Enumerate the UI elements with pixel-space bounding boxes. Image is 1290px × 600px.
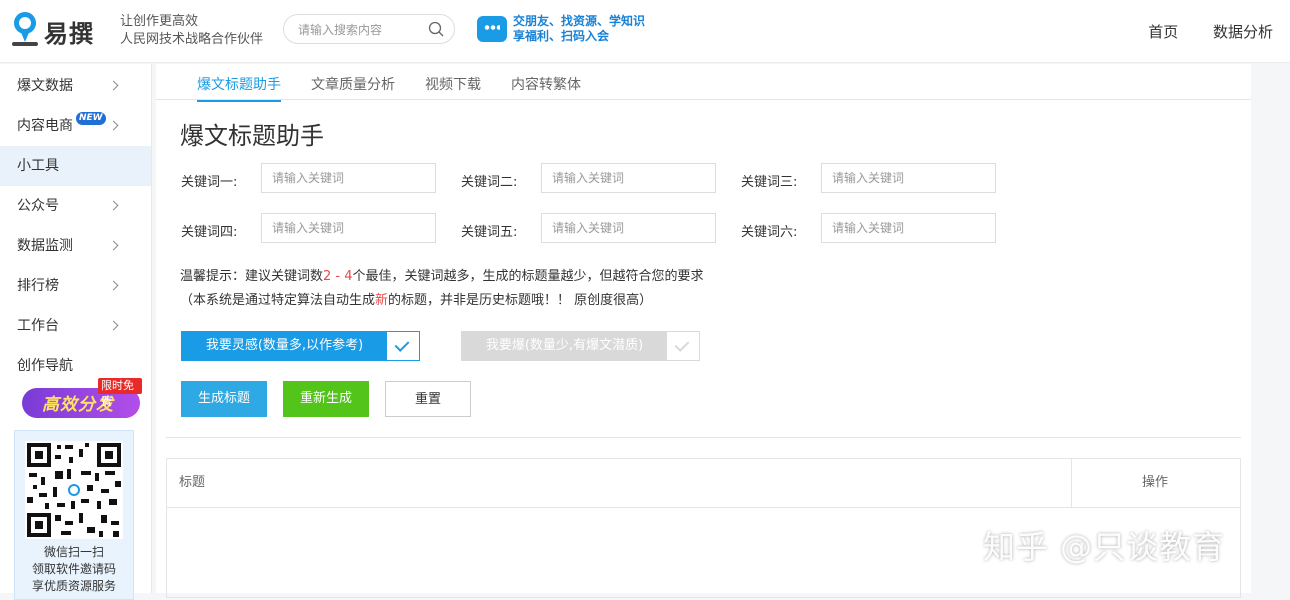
keyword-input-6[interactable]	[821, 213, 996, 243]
keyword-label-4: 关键词四:	[181, 225, 238, 240]
top-nav: 首页 数据分析	[1118, 21, 1273, 42]
search-icon[interactable]	[428, 21, 444, 37]
column-header-title: 标题	[179, 475, 206, 490]
free-ribbon: 限时免费	[98, 378, 142, 408]
nav-data-analysis[interactable]: 数据分析	[1213, 23, 1273, 41]
tip-text: 温馨提示：建议关键词数2 - 4个最佳，关键词越多，生成的标题量越少，但越符合您…	[180, 269, 704, 308]
qr-panel: 微信扫一扫 领取软件邀请码 享优质资源服务	[14, 430, 134, 600]
keyword-input-5[interactable]	[541, 213, 716, 243]
chevron-right-icon	[108, 280, 119, 291]
check-icon	[667, 332, 699, 360]
brand-name: 易撰	[44, 20, 94, 48]
right-gutter	[1251, 64, 1290, 593]
qr-code-icon	[25, 441, 123, 539]
chevron-right-icon	[108, 240, 119, 251]
keyword-input-4[interactable]	[261, 213, 436, 243]
page-title: 爆文标题助手	[180, 122, 324, 150]
tab-traditional-chinese[interactable]: 内容转繁体	[511, 74, 581, 100]
chevron-right-icon	[108, 200, 119, 211]
keyword-label-3: 关键词三:	[741, 175, 798, 190]
sidebar-item-official-account[interactable]: 公众号	[0, 186, 151, 226]
regenerate-button[interactable]: 重新生成	[283, 381, 369, 417]
top-header: 易撰 让创作更高效 人民网技术战略合作伙伴 交朋友、找资源、学知识 享福利、扫码…	[0, 0, 1290, 63]
reset-button[interactable]: 重置	[385, 381, 471, 417]
sidebar-item-monitoring[interactable]: 数据监测	[0, 226, 151, 266]
keyword-label-2: 关键词二:	[461, 175, 518, 190]
chevron-right-icon	[108, 80, 119, 91]
keyword-label-6: 关键词六:	[741, 225, 798, 240]
divider	[166, 437, 1241, 438]
sidebar-item-hot-data[interactable]: 爆文数据	[0, 66, 151, 106]
chat-bubble-icon	[477, 16, 507, 42]
mode-hot-toggle[interactable]: 我要爆(数量少,有爆文潜质)	[461, 331, 700, 361]
sidebar-item-ecommerce[interactable]: 内容电商 NEW	[0, 106, 151, 146]
keyword-input-2[interactable]	[541, 163, 716, 193]
tab-video-download[interactable]: 视频下载	[425, 74, 481, 100]
sidebar-item-workbench[interactable]: 工作台	[0, 306, 151, 346]
sidebar: 爆文数据 内容电商 NEW 小工具 公众号 数据监测 排行榜 工作台 创作导航 …	[0, 64, 152, 600]
sidebar-item-tools[interactable]: 小工具	[0, 146, 151, 186]
chevron-right-icon	[108, 120, 119, 131]
main-panel: 爆文标题助手 文章质量分析 视频下载 内容转繁体 爆文标题助手 关键词一: 关键…	[156, 64, 1251, 598]
slogan: 让创作更高效 人民网技术战略合作伙伴	[120, 14, 264, 47]
nav-home[interactable]: 首页	[1148, 23, 1178, 41]
sidebar-item-rankings[interactable]: 排行榜	[0, 266, 151, 306]
tab-title-assistant[interactable]: 爆文标题助手	[197, 74, 281, 102]
search-input[interactable]	[296, 20, 428, 40]
tab-quality-analysis[interactable]: 文章质量分析	[311, 74, 395, 100]
new-badge: NEW	[76, 112, 106, 125]
tab-bar: 爆文标题助手 文章质量分析 视频下载 内容转繁体	[156, 64, 1251, 102]
distribution-banner[interactable]: 高效分发 限时免费	[20, 378, 142, 420]
keyword-label-5: 关键词五:	[461, 225, 518, 240]
keyword-input-3[interactable]	[821, 163, 996, 193]
generate-button[interactable]: 生成标题	[181, 381, 267, 417]
watermark: 知乎 @只谈教育	[983, 528, 1226, 566]
site-logo[interactable]: 易撰	[12, 12, 106, 48]
community-promo[interactable]: 交朋友、找资源、学知识 享福利、扫码入会	[477, 14, 645, 46]
keyword-input-1[interactable]	[261, 163, 436, 193]
column-header-action: 操作	[1142, 475, 1169, 490]
chevron-right-icon	[108, 320, 119, 331]
check-icon	[387, 332, 419, 360]
search-box	[283, 14, 455, 44]
keyword-label-1: 关键词一:	[181, 175, 238, 190]
mode-inspiration-toggle[interactable]: 我要灵感(数量多,以作参考)	[181, 331, 420, 361]
